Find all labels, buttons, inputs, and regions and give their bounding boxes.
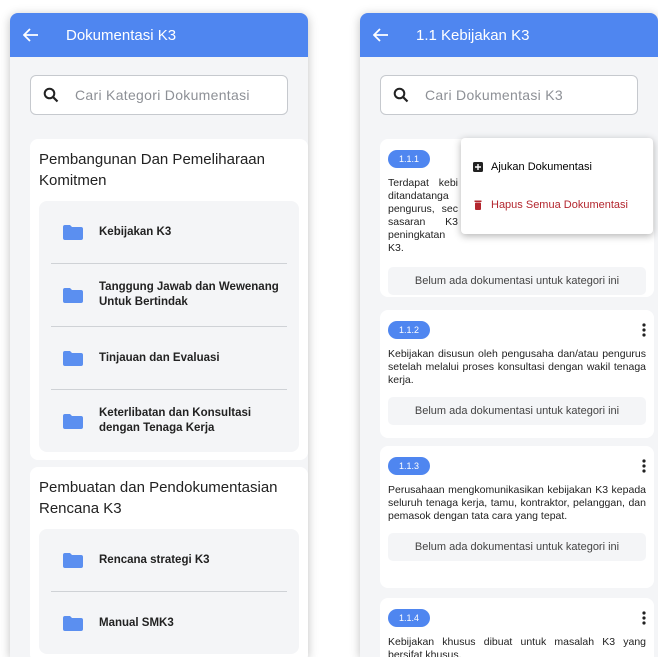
trash-icon (474, 200, 482, 210)
folder-icon (63, 552, 83, 568)
category-item[interactable]: Kebijakan K3 (51, 201, 287, 264)
empty-state-text: Belum ada dokumentasi untuk kategori ini (388, 533, 646, 561)
entry-code-badge: 1.1.1 (388, 150, 431, 168)
folder-icon (63, 413, 83, 429)
documentation-entry: 1.1.3 Perusahaan mengkomunikasikan kebij… (380, 446, 654, 588)
category-list: Kebijakan K3 Tanggung Jawab dan Wewenang… (39, 201, 299, 452)
app-bar: 1.1 Kebijakan K3 (360, 13, 658, 57)
category-list: Rencana strategi K3 Manual SMK3 (39, 529, 299, 654)
more-options-icon[interactable] (642, 459, 646, 473)
empty-state-text: Belum ada dokumentasi untuk kategori ini (388, 397, 646, 425)
group-title: Pembangunan Dan Pemeliharaan Komitmen (39, 151, 265, 189)
entry-description: Terdapat kebi ditandatanga pengurus, sec… (388, 177, 458, 254)
options-menu: Ajukan Dokumentasi Hapus Semua Dokumenta… (461, 138, 653, 234)
entry-description: Kebijakan khusus dibuat untuk masalah K3… (388, 636, 646, 657)
category-label: Rencana strategi K3 (99, 553, 210, 566)
category-item[interactable]: Tanggung Jawab dan Wewenang Untuk Bertin… (51, 264, 287, 327)
folder-icon (63, 287, 83, 303)
entry-code-badge: 1.1.2 (388, 321, 431, 339)
app-bar: Dokumentasi K3 (10, 13, 308, 57)
folder-icon (63, 350, 83, 366)
empty-state-text: Belum ada dokumentasi untuk kategori ini (388, 267, 646, 295)
categories-screen: Dokumentasi K3 Pembangunan Dan Pemelihar… (10, 13, 308, 657)
category-label: Kebijakan K3 (99, 225, 172, 238)
page-title: Dokumentasi K3 (66, 26, 177, 44)
category-item[interactable]: Rencana strategi K3 (51, 529, 287, 592)
category-group: Pembuatan dan Pendokumentasian Rencana K… (30, 467, 308, 657)
back-arrow-icon[interactable] (372, 26, 390, 44)
search-icon (43, 87, 59, 103)
search-input[interactable] (423, 86, 625, 104)
search-bar[interactable] (30, 75, 288, 115)
menu-item-delete-all[interactable]: Hapus Semua Dokumentasi (461, 186, 653, 224)
category-label: Tanggung Jawab dan Wewenang Untuk Bertin… (99, 281, 279, 308)
entry-code-badge: 1.1.4 (388, 609, 431, 627)
documentation-entry: 1.1.2 Kebijakan disusun oleh pengusaha d… (380, 310, 654, 438)
category-item[interactable]: Manual SMK3 (51, 592, 287, 654)
more-options-icon[interactable] (642, 611, 646, 625)
category-group: Pembangunan Dan Pemeliharaan Komitmen Ke… (30, 139, 308, 460)
category-label: Keterlibatan dan Konsultasi dengan Tenag… (99, 407, 252, 434)
back-arrow-icon[interactable] (22, 26, 40, 44)
add-box-icon (473, 162, 483, 172)
menu-item-label: Hapus Semua Dokumentasi (491, 199, 628, 211)
menu-item-label: Ajukan Dokumentasi (491, 161, 592, 173)
category-item[interactable]: Keterlibatan dan Konsultasi dengan Tenag… (51, 390, 287, 452)
category-label: Tinjauan dan Evaluasi (99, 351, 220, 364)
documentation-screen: 1.1 Kebijakan K3 1.1.1 Terdapat kebi dit… (360, 13, 658, 657)
search-input[interactable] (73, 86, 275, 104)
group-title: Pembuatan dan Pendokumentasian Rencana K… (39, 479, 278, 517)
entry-code-badge: 1.1.3 (388, 457, 431, 475)
entry-description: Kebijakan disusun oleh pengusaha dan/ata… (388, 348, 646, 386)
page-title: 1.1 Kebijakan K3 (416, 26, 530, 44)
menu-item-submit[interactable]: Ajukan Dokumentasi (461, 148, 653, 186)
documentation-entry: 1.1.4 Kebijakan khusus dibuat untuk masa… (380, 598, 654, 657)
more-options-icon[interactable] (642, 323, 646, 337)
category-label: Manual SMK3 (99, 616, 174, 629)
folder-icon (63, 224, 83, 240)
search-bar[interactable] (380, 75, 638, 115)
entry-description: Perusahaan mengkomunikasikan kebijakan K… (388, 484, 646, 522)
search-icon (393, 87, 409, 103)
folder-icon (63, 615, 83, 631)
category-item[interactable]: Tinjauan dan Evaluasi (51, 327, 287, 390)
